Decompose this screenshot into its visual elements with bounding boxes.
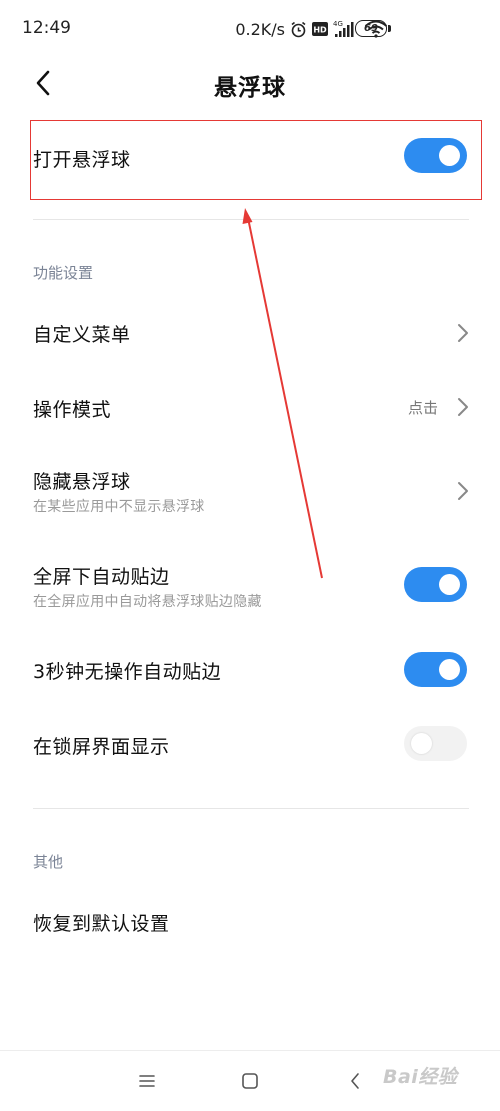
restore-defaults-label: 恢复到默认设置: [33, 913, 170, 935]
header: 悬浮球: [0, 60, 500, 110]
chevron-right-icon: [458, 324, 468, 342]
fullscreen-edge-switch[interactable]: [404, 567, 467, 602]
chevron-right-icon: [458, 398, 468, 416]
hide-ball-label: 隐藏悬浮球: [33, 471, 131, 493]
battery-icon: 69: [355, 20, 387, 37]
idle-edge-label: 3秒钟无操作自动贴边: [33, 661, 222, 683]
restore-defaults-row[interactable]: 恢复到默认设置: [0, 892, 500, 952]
fullscreen-edge-row[interactable]: 全屏下自动贴边 在全屏应用中自动将悬浮球贴边隐藏: [0, 548, 500, 620]
svg-text:HD: HD: [313, 26, 327, 35]
section-label-other: 其他: [33, 853, 64, 871]
idle-edge-switch[interactable]: [404, 652, 467, 687]
network-speed: 0.2K/s: [235, 19, 285, 39]
lockscreen-switch[interactable]: [404, 726, 467, 761]
status-bar: 12:49 0.2K/s HD 4G 69: [0, 0, 500, 60]
operation-mode-row[interactable]: 操作模式 点击: [0, 377, 500, 437]
lockscreen-row[interactable]: 在锁屏界面显示: [0, 715, 500, 775]
menu-icon: [139, 1075, 155, 1087]
custom-menu-label: 自定义菜单: [33, 324, 131, 346]
annotation-highlight-box: [30, 120, 482, 200]
battery-cap: [388, 25, 391, 32]
lockscreen-label: 在锁屏界面显示: [33, 736, 170, 758]
idle-edge-row[interactable]: 3秒钟无操作自动贴边: [0, 640, 500, 700]
hide-ball-subtitle: 在某些应用中不显示悬浮球: [33, 499, 205, 515]
home-nav-button[interactable]: [237, 1068, 263, 1094]
svg-text:4G: 4G: [333, 20, 343, 28]
section-label-function: 功能设置: [33, 264, 94, 282]
custom-menu-row[interactable]: 自定义菜单: [0, 303, 500, 363]
home-square-icon: [242, 1073, 258, 1089]
status-time: 12:49: [22, 18, 71, 38]
watermark-logo: Bai经验: [383, 1066, 458, 1088]
alarm-icon: [290, 21, 307, 38]
back-triangle-icon: [351, 1073, 359, 1089]
section-divider: [33, 808, 469, 809]
operation-mode-value: 点击: [407, 399, 438, 417]
fullscreen-edge-subtitle: 在全屏应用中自动将悬浮球贴边隐藏: [33, 594, 262, 610]
menu-nav-button[interactable]: [134, 1068, 160, 1094]
chevron-right-icon: [458, 482, 468, 500]
back-nav-button[interactable]: [342, 1068, 368, 1094]
page-title: 悬浮球: [214, 75, 286, 101]
section-divider: [33, 219, 469, 220]
hd-icon: HD: [312, 22, 328, 36]
operation-mode-label: 操作模式: [33, 399, 112, 421]
hide-ball-row[interactable]: 隐藏悬浮球 在某些应用中不显示悬浮球: [0, 455, 500, 525]
fullscreen-edge-label: 全屏下自动贴边: [33, 566, 170, 588]
